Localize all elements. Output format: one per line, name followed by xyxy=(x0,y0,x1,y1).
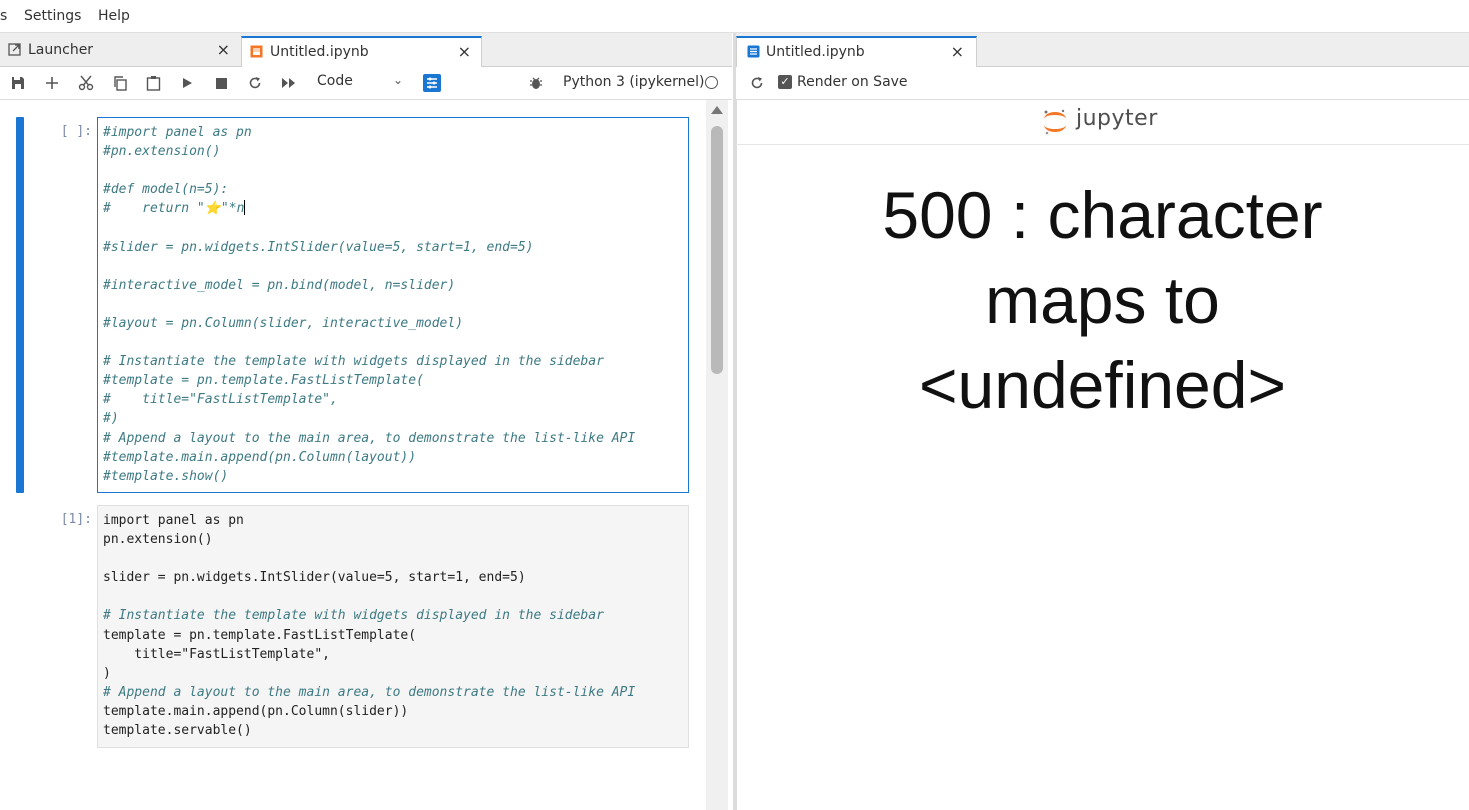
code-line: title="FastListTemplate", xyxy=(103,646,330,662)
code-line: #import panel as pn xyxy=(103,125,252,140)
jupyter-logo-icon xyxy=(1044,109,1066,135)
code-line: #def model(n=5): xyxy=(103,182,229,198)
code-line: # return "⭐"*n xyxy=(103,200,246,217)
code-line: template.main.append(pn.Column(slider)) xyxy=(103,703,409,719)
paste-icon[interactable] xyxy=(144,74,162,92)
code-line: #pn.extension() xyxy=(103,144,221,160)
active-cell-indicator xyxy=(16,117,24,493)
save-icon[interactable] xyxy=(9,74,27,92)
tab-untitled-label: Untitled.ipynb xyxy=(270,44,369,60)
add-cell-icon[interactable] xyxy=(43,74,61,92)
left-tab-bar: Launcher × Untitled.ipynb × xyxy=(0,33,732,67)
chevron-down-icon: ⌄ xyxy=(392,73,403,87)
code-line: #) xyxy=(103,411,119,427)
scroll-thumb[interactable] xyxy=(711,126,723,374)
code-line: #interactive_model = pn.bind(model, n=sl… xyxy=(103,277,456,293)
error-message: 500 : character maps to <undefined> xyxy=(806,173,1399,428)
code-line: #template = pn.template.FastListTemplate… xyxy=(103,373,424,389)
notebook-panel: Launcher × Untitled.ipynb × Code ⌄ Pytho… xyxy=(0,33,732,810)
code-line: ) xyxy=(103,665,111,681)
tab-preview-label: Untitled.ipynb xyxy=(766,44,865,60)
close-icon[interactable]: × xyxy=(458,42,471,61)
code-line: template = pn.template.FastListTemplate( xyxy=(103,627,417,643)
preview-panel: Untitled.ipynb × ✓ Render on Save jupyte… xyxy=(736,33,1469,810)
cell-prompt: [ ]: xyxy=(60,124,92,139)
reload-icon[interactable] xyxy=(748,74,766,92)
menu-item-help[interactable]: Help xyxy=(98,8,130,24)
error-line: maps to xyxy=(985,263,1220,337)
code-line: # Append a layout to the main area, to d… xyxy=(103,430,636,446)
code-cell-editor[interactable]: import panel as pn pn.extension() slider =… xyxy=(97,505,689,748)
code-line: template.servable() xyxy=(103,723,252,739)
menu-bar: s Settings Help xyxy=(0,0,1469,33)
cell-type-value: Code xyxy=(317,73,353,89)
code-line: pn.extension() xyxy=(103,532,213,548)
notebook-scrollbar[interactable] xyxy=(706,100,728,810)
cell-prompt: [1]: xyxy=(60,512,92,527)
code-line: # title="FastListTemplate", xyxy=(103,392,338,408)
close-icon[interactable]: × xyxy=(951,42,964,61)
tab-launcher[interactable]: Launcher × xyxy=(0,36,240,66)
tab-launcher-label: Launcher xyxy=(28,42,94,58)
code-line: slider = pn.widgets.IntSlider(value=5, s… xyxy=(103,570,526,586)
tab-preview-notebook[interactable]: Untitled.ipynb × xyxy=(736,36,977,67)
render-on-save-label: Render on Save xyxy=(797,74,908,90)
text-cursor xyxy=(244,200,246,216)
preview-left-border xyxy=(736,100,737,810)
notebook-cells-area: [ ]: #import panel as pn #pn.extension() #… xyxy=(0,100,732,810)
menu-item-file-partial[interactable]: s xyxy=(0,8,7,24)
error-line: <undefined> xyxy=(918,348,1287,422)
launch-icon xyxy=(8,43,21,56)
menu-item-settings[interactable]: Settings xyxy=(24,8,81,24)
cut-icon[interactable] xyxy=(77,74,95,92)
cell-type-select[interactable]: Code ⌄ xyxy=(317,73,409,93)
tab-untitled-notebook[interactable]: Untitled.ipynb × xyxy=(241,36,482,67)
kernel-status-icon xyxy=(705,76,718,89)
property-inspector-icon[interactable] xyxy=(423,74,441,92)
notebook-toolbar: Code ⌄ Python 3 (ipykernel) xyxy=(0,67,732,100)
code-cell-editor[interactable]: #import panel as pn #pn.extension() #def m… xyxy=(97,117,689,493)
code-line: # Instantiate the template with widgets … xyxy=(103,354,604,370)
code-line: #layout = pn.Column(slider, interactive_… xyxy=(103,315,464,331)
stop-icon[interactable] xyxy=(212,74,230,92)
preview-header: jupyter xyxy=(736,100,1469,145)
scroll-up-arrow-icon[interactable] xyxy=(711,106,723,114)
code-line: #slider = pn.widgets.IntSlider(value=5, … xyxy=(103,239,534,255)
preview-toolbar: ✓ Render on Save xyxy=(736,67,1469,100)
preview-icon xyxy=(747,45,760,58)
close-icon[interactable]: × xyxy=(217,40,230,59)
notebook-icon xyxy=(250,45,263,58)
fast-forward-icon[interactable] xyxy=(279,74,297,92)
copy-icon[interactable] xyxy=(111,74,129,92)
code-line: #template.show() xyxy=(103,468,229,484)
code-line: # Append a layout to the main area, to d… xyxy=(103,684,636,700)
debugger-icon[interactable] xyxy=(527,74,545,92)
render-on-save-checkbox[interactable]: ✓ xyxy=(778,75,792,89)
jupyter-logo-text: jupyter xyxy=(1076,106,1158,131)
error-line: 500 : character xyxy=(882,178,1323,252)
right-tab-bar: Untitled.ipynb × xyxy=(736,33,1469,67)
run-icon[interactable] xyxy=(178,74,196,92)
code-line: import panel as pn xyxy=(103,513,244,528)
code-line: # Instantiate the template with widgets … xyxy=(103,608,604,624)
kernel-name[interactable]: Python 3 (ipykernel) xyxy=(563,74,704,90)
restart-icon[interactable] xyxy=(246,74,264,92)
code-line: #template.main.append(pn.Column(layout)) xyxy=(103,449,417,465)
